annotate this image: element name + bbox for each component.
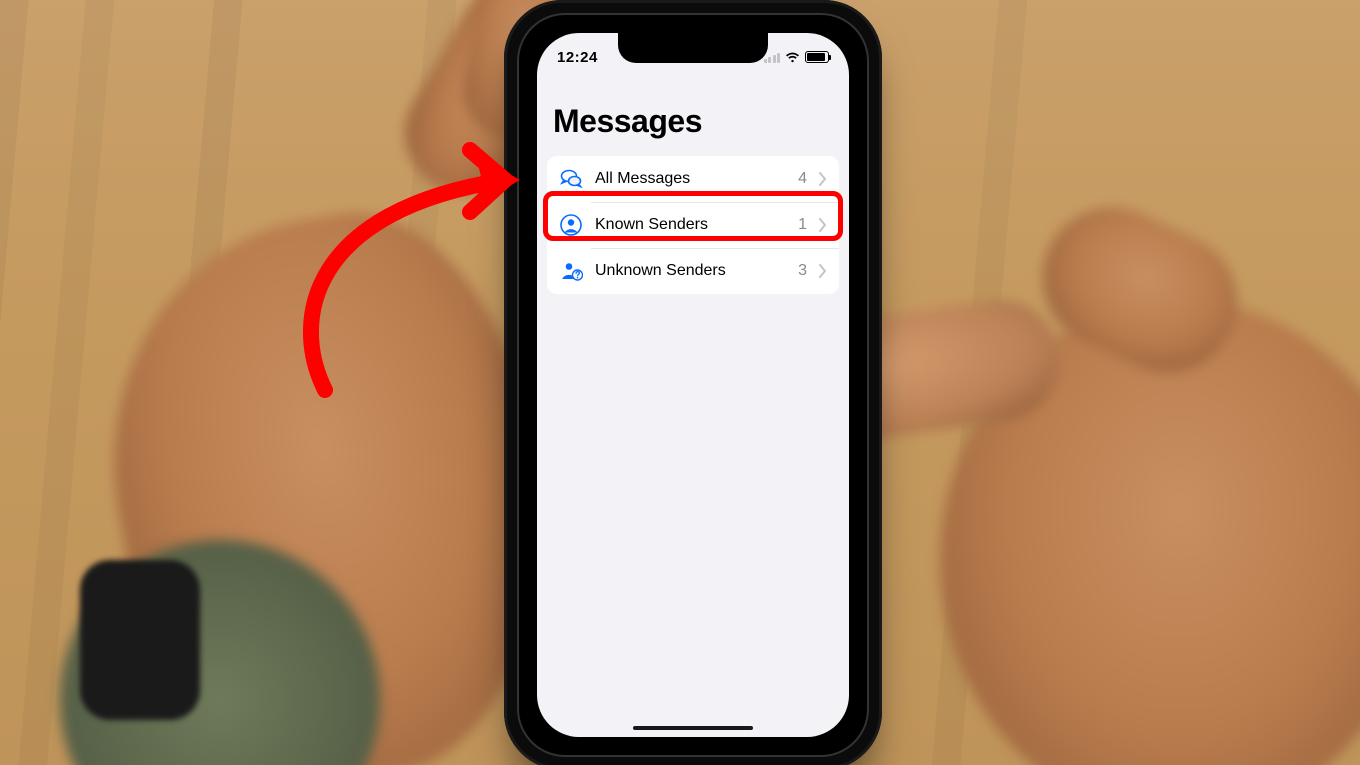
iphone-screen: 12:24 Messages bbox=[537, 33, 849, 737]
filter-row-label: Unknown Senders bbox=[595, 262, 786, 280]
person-question-icon bbox=[559, 259, 583, 283]
home-indicator bbox=[633, 726, 753, 730]
iphone-notch bbox=[618, 33, 768, 63]
filter-row-unknown-senders[interactable]: Unknown Senders 3 bbox=[547, 248, 839, 294]
chevron-right-icon bbox=[819, 264, 827, 278]
speech-bubbles-icon bbox=[559, 167, 583, 191]
filter-row-count: 4 bbox=[798, 170, 807, 188]
filter-row-count: 3 bbox=[798, 262, 807, 280]
iphone-bezel: 12:24 Messages bbox=[517, 13, 869, 757]
page-title: Messages bbox=[537, 103, 849, 148]
status-time: 12:24 bbox=[557, 49, 598, 66]
iphone-device: 12:24 Messages bbox=[504, 0, 882, 765]
wifi-icon bbox=[785, 52, 800, 63]
wrist-watch bbox=[80, 560, 200, 720]
battery-icon bbox=[805, 51, 829, 63]
filter-row-label: All Messages bbox=[595, 170, 786, 188]
chevron-right-icon bbox=[819, 172, 827, 186]
annotation-highlight-rectangle bbox=[543, 191, 843, 241]
